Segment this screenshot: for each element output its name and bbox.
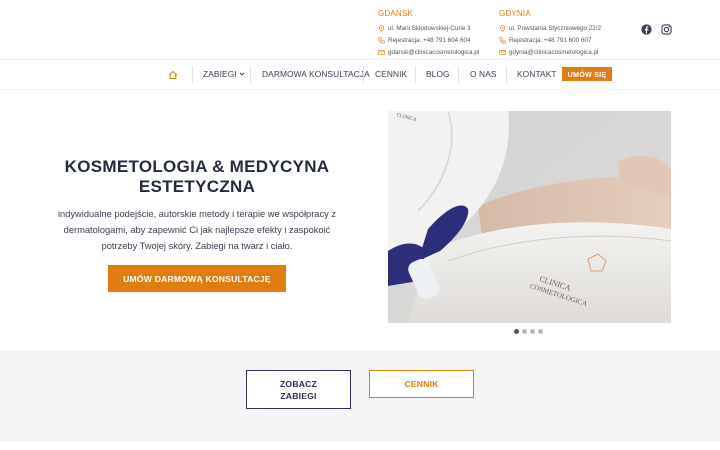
nav-divider <box>363 66 364 84</box>
top-info-bar: GDAŃSK ul. Marii Skłodowskiej-Curie 3 Re… <box>0 0 720 60</box>
nav-divider <box>250 66 251 84</box>
nav-divider <box>192 66 193 84</box>
location-email[interactable]: gdynia@clinicacosmetologica.pl <box>499 46 601 58</box>
treatment-photo: CLINICA COSMETOLOGICA CLINICA <box>388 111 671 323</box>
location-phone[interactable]: Rejestracja: +48 791 604 604 <box>378 34 479 46</box>
book-appointment-button[interactable]: UMÓW SIĘ <box>562 67 612 81</box>
nav-item-blog[interactable]: BLOG <box>426 69 450 79</box>
see-treatments-line1: ZOBACZ <box>279 378 317 389</box>
location-city: GDYNIA <box>499 9 531 18</box>
location-phone[interactable]: Rejestracja: +48 791 600 607 <box>499 34 601 46</box>
chevron-down-icon <box>239 72 245 76</box>
nav-divider <box>458 66 459 84</box>
location-city: GDAŃSK <box>378 9 413 18</box>
carousel-dot[interactable] <box>530 329 535 334</box>
see-treatments-button[interactable]: ZOBACZ ZABIEGI <box>246 370 351 409</box>
hero-title: KOSMETOLOGIA & MEDYCYNA ESTETYCZNA <box>64 157 330 196</box>
map-pin-icon <box>379 24 384 32</box>
carousel-dot[interactable] <box>522 329 527 334</box>
phone-icon <box>378 36 385 44</box>
location-address: ul. Powstania Styczniowego 22/2 <box>499 22 601 34</box>
mail-icon <box>378 49 385 55</box>
carousel-dot[interactable] <box>538 329 543 334</box>
map-pin-icon <box>500 24 505 32</box>
carousel-dot[interactable] <box>514 329 519 334</box>
nav-item-cennik[interactable]: CENNIK <box>375 69 407 79</box>
see-treatments-line2: ZABIEGI <box>280 390 317 401</box>
main-navigation: ZABIEGI DARMOWA KONSULTACJA CENNIK BLOG … <box>0 60 720 90</box>
facebook-icon[interactable] <box>641 24 652 35</box>
nav-item-darmowa-konsultacja[interactable]: DARMOWA KONSULTACJA <box>262 69 370 79</box>
nav-item-o-nas[interactable]: O NAS <box>470 69 497 79</box>
hero-image: CLINICA COSMETOLOGICA CLINICA <box>388 111 671 323</box>
nav-divider <box>415 66 416 84</box>
location-gdynia: GDYNIA ul. Powstania Styczniowego 22/2 R… <box>499 9 601 58</box>
free-consultation-button[interactable]: UMÓW DARMOWĄ KONSULTACJĘ <box>108 265 286 292</box>
hero-description: indywidualne podejście, autorskie metody… <box>57 209 337 251</box>
home-icon[interactable] <box>168 70 178 80</box>
nav-item-kontakt[interactable]: KONTAKT <box>517 69 557 79</box>
phone-icon <box>499 36 506 44</box>
location-email[interactable]: gdansk@clinicacosmetologica.pl <box>378 46 479 58</box>
cta-section <box>0 350 720 442</box>
price-list-button[interactable]: CENNIK <box>369 370 474 398</box>
location-gdansk: GDAŃSK ul. Marii Skłodowskiej-Curie 3 Re… <box>378 9 479 58</box>
nav-divider <box>506 66 507 84</box>
instagram-icon[interactable] <box>661 24 672 35</box>
carousel-dots <box>514 329 543 334</box>
location-address: ul. Marii Skłodowskiej-Curie 3 <box>378 22 479 34</box>
mail-icon <box>499 49 506 55</box>
nav-item-zabiegi[interactable]: ZABIEGI <box>203 69 245 79</box>
